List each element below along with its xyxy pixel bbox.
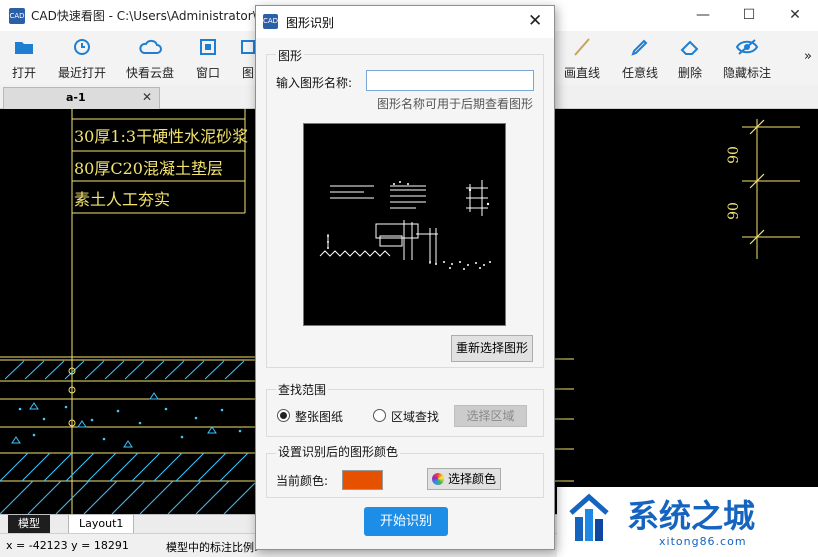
image-label: 图 (241, 66, 254, 80)
window-label: 窗口 (196, 66, 221, 80)
delete-button[interactable]: 删除 (678, 35, 702, 81)
cursor-coordinates: x = -42123 y = 18291 (6, 539, 129, 552)
freehand-label: 任意线 (622, 66, 659, 80)
delete-label: 删除 (678, 66, 703, 80)
close-tab-icon[interactable]: ✕ (142, 90, 152, 104)
shape-name-hint: 图形名称可用于后期查看图形 (377, 97, 534, 111)
start-recognition-button[interactable]: 开始识别 (364, 507, 448, 536)
maximize-button[interactable]: ☐ (726, 0, 772, 31)
color-group-title: 设置识别后的图形颜色 (276, 443, 401, 460)
select-area-button[interactable]: 选择区域 (454, 405, 527, 427)
close-window-button[interactable]: ✕ (772, 0, 818, 31)
area-search-label: 区域查找 (391, 410, 440, 424)
cloud-drive-button[interactable]: 快看云盘 (126, 35, 174, 81)
layer-label-2: 80厚C20混凝土垫层 (74, 159, 223, 178)
hide-annotation-label: 隐藏标注 (723, 66, 772, 80)
cloud-icon (126, 37, 174, 59)
tab-layout1[interactable]: Layout1 (68, 515, 135, 534)
shape-preview (303, 123, 506, 326)
color-wheel-icon (432, 473, 444, 485)
whole-drawing-radio[interactable] (277, 409, 290, 422)
shape-group-title: 图形 (276, 47, 305, 64)
app-logo-icon: CAD (9, 8, 25, 24)
status-message: 模型中的标注比例: (166, 541, 258, 554)
folder-icon (12, 37, 36, 59)
layer-label-3: 素土人工夯实 (74, 190, 171, 209)
tab-model[interactable]: 模型 (8, 515, 50, 534)
recent-open-button[interactable]: 最近打开 (58, 35, 106, 81)
open-button[interactable]: 打开 (12, 35, 36, 81)
dialog-logo-icon: CAD (263, 14, 278, 29)
search-range-title: 查找范围 (276, 381, 329, 398)
choose-color-label: 选择颜色 (447, 472, 496, 486)
dialog-close-button[interactable]: ✕ (528, 11, 542, 31)
document-tab[interactable]: a-1 ✕ (3, 87, 160, 109)
choose-color-button[interactable]: 选择颜色 (427, 468, 501, 490)
watermark-logo-icon (569, 493, 609, 541)
site-watermark: 系统之城 xitong86.com (557, 487, 818, 557)
eraser-icon (678, 37, 702, 59)
reselect-shape-button[interactable]: 重新选择图形 (451, 335, 533, 362)
draw-line-label: 画直线 (564, 66, 601, 80)
dimension-label-1: 90 (725, 146, 742, 164)
image-button[interactable]: 图 (241, 35, 255, 81)
watermark-url: xitong86.com (659, 535, 747, 548)
hide-annotation-button[interactable]: 隐藏标注 (723, 35, 771, 81)
dialog-titlebar[interactable]: CAD 图形识别 ✕ (256, 6, 554, 38)
document-tab-label: a-1 (66, 91, 86, 104)
open-label: 打开 (12, 66, 37, 80)
window-icon (196, 37, 220, 59)
app-title: CAD快速看图 - C:\Users\Administrator\ (31, 9, 257, 23)
dimension-label-2: 90 (725, 202, 742, 220)
minimize-button[interactable]: — (680, 0, 726, 31)
area-search-radio[interactable] (373, 409, 386, 422)
layer-label-1: 30厚1:3干硬性水泥砂浆 (74, 127, 249, 146)
shape-name-input[interactable] (366, 70, 534, 91)
window-button[interactable]: 窗口 (196, 35, 220, 81)
eye-icon (723, 37, 771, 59)
shape-name-label: 输入图形名称: (276, 76, 353, 90)
line-icon (564, 37, 600, 59)
image-icon (241, 37, 255, 59)
whole-drawing-label: 整张图纸 (295, 410, 344, 424)
preview-drawing (319, 180, 491, 270)
shape-recognition-dialog: CAD 图形识别 ✕ 图形 输入图形名称: 图形名称可用于后期查看图形 重新选择… (255, 5, 555, 550)
toolbar-more-button[interactable]: » (804, 49, 812, 64)
dialog-title: 图形识别 (286, 16, 335, 30)
current-color-swatch (342, 470, 383, 490)
watermark-title: 系统之城 (627, 497, 756, 535)
pen-icon (622, 37, 658, 59)
draw-line-button[interactable]: 画直线 (564, 35, 600, 81)
cloud-drive-label: 快看云盘 (126, 66, 175, 80)
clock-icon (58, 37, 106, 59)
current-color-label: 当前颜色: (276, 474, 329, 488)
recent-open-label: 最近打开 (58, 66, 107, 80)
freehand-button[interactable]: 任意线 (622, 35, 658, 81)
